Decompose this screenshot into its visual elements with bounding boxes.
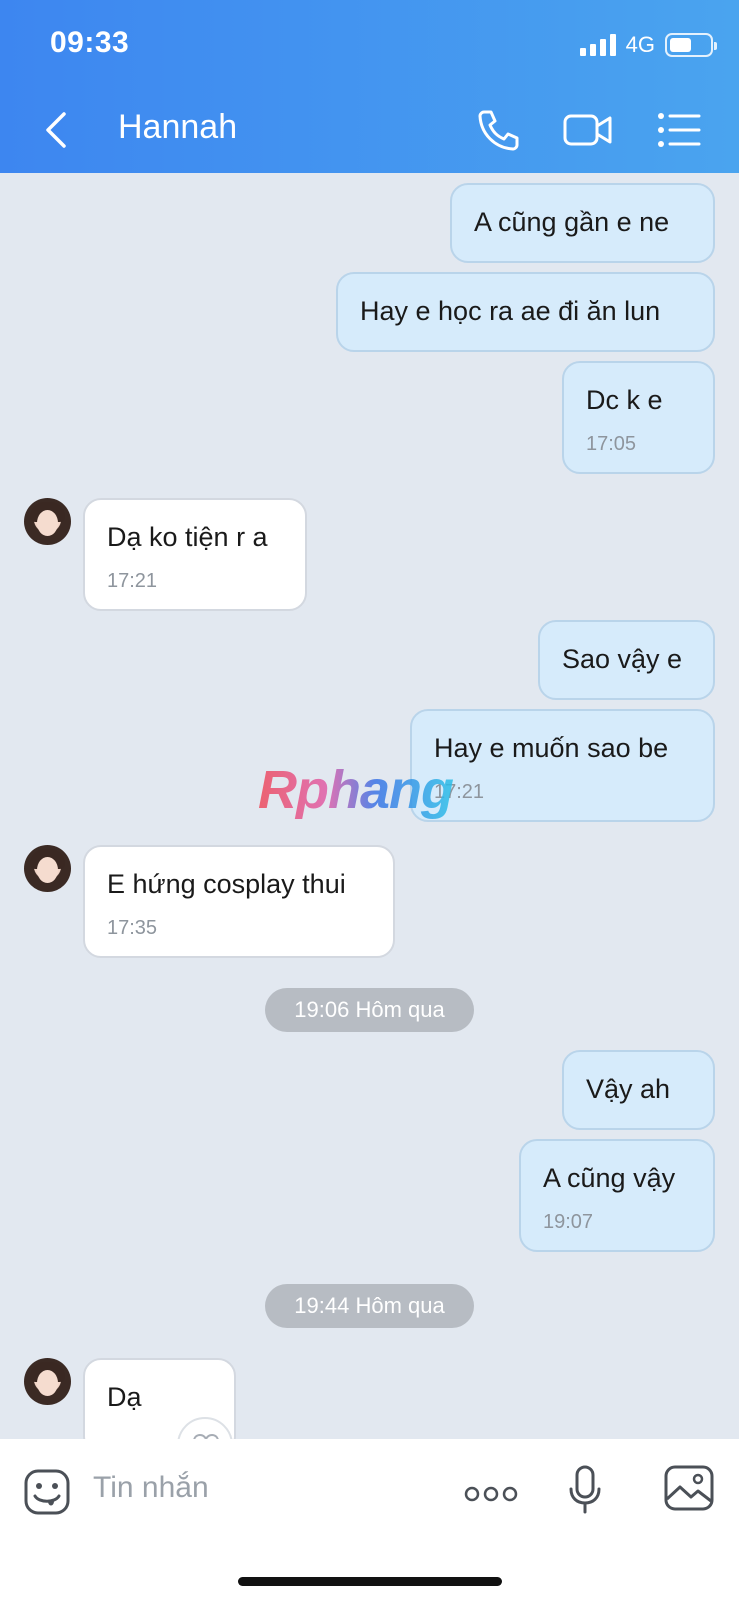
message-text: Vậy ah	[586, 1074, 671, 1104]
message-text: A cũng gần e ne	[474, 207, 670, 237]
message-input[interactable]: Tin nhắn	[93, 1471, 209, 1505]
message-time: 17:05	[586, 433, 637, 455]
message-bubble-incoming[interactable]: Dạ ko tiện r a 17:21	[83, 498, 307, 611]
message-bubble-outgoing[interactable]: Vậy ah	[562, 1050, 715, 1130]
date-separator: 19:44 Hôm qua	[265, 1284, 474, 1328]
message-bubble-outgoing[interactable]: A cũng vậy 19:07	[519, 1139, 715, 1252]
microphone-icon[interactable]	[568, 1465, 602, 1515]
avatar[interactable]	[24, 845, 71, 892]
video-call-icon[interactable]	[562, 106, 614, 154]
message-text: E hứng cosplay thui	[107, 869, 346, 899]
avatar[interactable]	[24, 1358, 71, 1405]
chat-area[interactable]: A cũng gần e ne Hay e học ra ae đi ăn lu…	[0, 173, 739, 1439]
signal-icon	[579, 34, 616, 56]
contact-name[interactable]: Hannah	[118, 108, 237, 147]
message-time: 17:21	[107, 570, 158, 592]
message-text: Hay e muốn sao be	[434, 733, 669, 763]
message-bubble-incoming[interactable]: E hứng cosplay thui 17:35	[83, 845, 395, 958]
watermark: Rphang	[258, 760, 454, 820]
message-text: A cũng vậy	[543, 1163, 676, 1193]
message-bubble-outgoing[interactable]: Dc k e 17:05	[562, 361, 715, 474]
message-bubble-outgoing[interactable]: Hay e học ra ae đi ăn lun	[336, 272, 715, 352]
message-text: Dc k e	[586, 385, 663, 415]
message-input-bar: Tin nhắn	[0, 1439, 739, 1600]
battery-icon	[665, 33, 717, 57]
message-text: Sao vậy e	[562, 644, 683, 674]
message-text: Hay e học ra ae đi ăn lun	[360, 296, 661, 326]
sticker-icon[interactable]	[24, 1469, 70, 1515]
message-bubble-outgoing[interactable]: Hay e muốn sao be 17:21	[410, 709, 715, 822]
back-icon[interactable]	[38, 108, 78, 152]
message-bubble-outgoing[interactable]: Sao vậy e	[538, 620, 715, 700]
menu-list-icon[interactable]	[656, 106, 702, 154]
image-icon[interactable]	[664, 1465, 714, 1511]
network-type: 4G	[625, 32, 655, 57]
phone-icon[interactable]	[474, 106, 522, 154]
status-time: 09:33	[50, 26, 130, 59]
status-indicators: 4G	[579, 32, 717, 58]
message-time: 17:35	[107, 917, 158, 939]
message-time: 19:07	[543, 1211, 594, 1233]
more-icon[interactable]	[464, 1485, 518, 1503]
chat-header: 09:33 4G Hannah	[0, 0, 739, 173]
home-indicator	[238, 1577, 502, 1586]
avatar[interactable]	[24, 498, 71, 545]
message-text: Dạ ko tiện r a	[107, 522, 268, 552]
message-text: Dạ	[107, 1382, 142, 1412]
date-separator: 19:06 Hôm qua	[265, 988, 474, 1032]
message-bubble-outgoing[interactable]: A cũng gần e ne	[450, 183, 715, 263]
